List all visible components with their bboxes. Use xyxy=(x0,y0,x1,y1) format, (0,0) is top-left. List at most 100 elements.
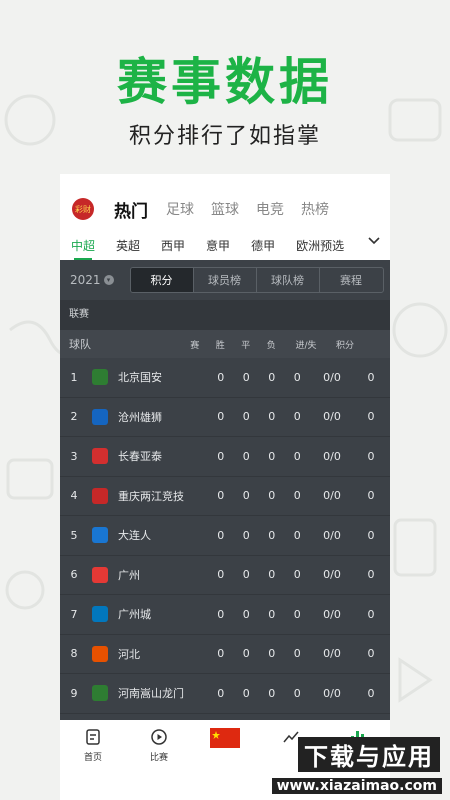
team-name: 北京国安 xyxy=(118,371,162,385)
rank-cell: 6 xyxy=(70,568,78,582)
points-cell: 0 xyxy=(367,449,375,463)
played-cell: 0 xyxy=(217,489,225,503)
tab-basketball[interactable]: 篮球 xyxy=(211,199,239,219)
goals-cell: 0/0 xyxy=(323,449,341,463)
table-row[interactable]: 3 长春亚泰 0 0 0 0 0/0 0 xyxy=(60,437,390,477)
league-tab-bundesliga[interactable]: 德甲 xyxy=(251,237,275,254)
table-row[interactable]: 9 河南嵩山龙门 0 0 0 0 0/0 0 xyxy=(60,674,390,714)
loss-cell: 0 xyxy=(293,489,301,503)
league-tab-euro-qualifiers[interactable]: 欧洲预选 xyxy=(296,237,344,254)
played-cell: 0 xyxy=(217,410,225,424)
team-crest-icon xyxy=(92,448,108,465)
header-played: 赛 xyxy=(190,340,200,351)
league-tab-epl[interactable]: 英超 xyxy=(116,237,140,254)
season-selector[interactable]: 2021 ▾ xyxy=(70,273,114,287)
nav-matches[interactable]: 比赛 xyxy=(126,728,192,800)
nav-flag[interactable] xyxy=(192,728,258,800)
played-cell: 0 xyxy=(217,370,225,384)
rank-cell: 1 xyxy=(70,370,78,384)
watermark: 下载与应用 www.xiazaimao.com xyxy=(270,720,450,800)
table-row[interactable]: 2 沧州雄狮 0 0 0 0 0/0 0 xyxy=(60,398,390,437)
team-name: 长春亚泰 xyxy=(118,450,162,464)
goals-cell: 0/0 xyxy=(323,410,341,424)
home-doc-icon xyxy=(86,729,100,745)
draw-cell: 0 xyxy=(268,449,276,463)
win-cell: 0 xyxy=(242,686,250,700)
tab-esports[interactable]: 电竞 xyxy=(256,199,284,219)
goals-cell: 0/0 xyxy=(323,686,341,700)
team-crest-icon xyxy=(92,408,108,425)
loss-cell: 0 xyxy=(293,568,301,582)
table-row[interactable]: 6 广州 0 0 0 0 0/0 0 xyxy=(60,556,390,595)
loss-cell: 0 xyxy=(293,410,301,424)
win-cell: 0 xyxy=(242,410,250,424)
app-logo[interactable]: 彩财 xyxy=(72,198,94,220)
nav-matches-label: 比赛 xyxy=(149,753,168,763)
played-cell: 0 xyxy=(217,647,225,661)
league-tab-seriea[interactable]: 意甲 xyxy=(206,237,230,254)
segment-team-rank[interactable]: 球队榜 xyxy=(257,268,320,292)
table-row[interactable]: 5 大连人 0 0 0 0 0/0 0 xyxy=(60,516,390,556)
points-cell: 0 xyxy=(367,686,375,700)
tab-hot-list[interactable]: 热榜 xyxy=(301,199,329,219)
team-crest-icon xyxy=(92,645,108,662)
played-cell: 0 xyxy=(217,686,225,700)
draw-cell: 0 xyxy=(268,607,276,621)
draw-cell: 0 xyxy=(268,686,276,700)
draw-cell: 0 xyxy=(268,370,276,384)
points-cell: 0 xyxy=(367,647,375,661)
rank-cell: 8 xyxy=(70,647,78,661)
played-cell: 0 xyxy=(217,449,225,463)
played-cell: 0 xyxy=(217,568,225,582)
app-screen: 彩财 热门 足球 篮球 电竞 热榜 中超 英超 西甲 意甲 德甲 欧洲预选 20… xyxy=(60,174,390,800)
rank-cell: 7 xyxy=(70,607,78,621)
section-label: 联赛 xyxy=(60,300,390,330)
dropdown-icon: ▾ xyxy=(103,275,114,285)
team-name: 广州 xyxy=(118,568,140,582)
goals-cell: 0/0 xyxy=(323,647,341,661)
points-cell: 0 xyxy=(367,607,375,621)
team-crest-icon xyxy=(92,369,108,386)
season-label: 2021 xyxy=(70,273,101,287)
standings-panel: 2021 ▾ 积分 球员榜 球队榜 赛程 联赛 球队 赛 胜 平 负 进/失 积… xyxy=(60,260,390,720)
goals-cell: 0/0 xyxy=(323,528,341,542)
segment-schedule[interactable]: 赛程 xyxy=(320,268,383,292)
tab-hot[interactable]: 热门 xyxy=(114,197,148,222)
team-badge xyxy=(86,566,114,583)
header-draw: 平 xyxy=(241,340,251,351)
win-cell: 0 xyxy=(242,607,250,621)
rank-cell: 9 xyxy=(70,686,78,700)
goals-cell: 0/0 xyxy=(323,607,341,621)
league-tab-laliga[interactable]: 西甲 xyxy=(161,237,185,254)
loss-cell: 0 xyxy=(293,607,301,621)
goals-cell: 0/0 xyxy=(323,370,341,384)
win-cell: 0 xyxy=(242,528,250,542)
nav-home[interactable]: 首页 xyxy=(60,728,126,800)
win-cell: 0 xyxy=(242,647,250,661)
table-row[interactable]: 4 重庆两江竞技 0 0 0 0 0/0 0 xyxy=(60,477,390,516)
header-team: 球队 xyxy=(69,338,91,351)
team-crest-icon xyxy=(92,566,108,583)
tab-football[interactable]: 足球 xyxy=(166,199,194,219)
draw-cell: 0 xyxy=(268,489,276,503)
segment-player-rank[interactable]: 球员榜 xyxy=(194,268,257,292)
team-badge xyxy=(86,487,114,504)
table-header: 球队 赛 胜 平 负 进/失 积分 xyxy=(60,330,390,358)
draw-cell: 0 xyxy=(268,568,276,582)
table-row[interactable]: 1 北京国安 0 0 0 0 0/0 0 xyxy=(60,358,390,398)
play-circle-icon xyxy=(151,729,167,745)
rank-cell: 2 xyxy=(70,410,78,424)
rank-cell: 4 xyxy=(70,489,78,503)
table-row[interactable]: 7 广州城 0 0 0 0 0/0 0 xyxy=(60,595,390,635)
watermark-title: 下载与应用 xyxy=(298,737,440,772)
chevron-down-icon[interactable] xyxy=(368,236,380,246)
table-row[interactable]: 8 河北 0 0 0 0 0/0 0 xyxy=(60,635,390,674)
points-cell: 0 xyxy=(367,410,375,424)
league-tab-csl[interactable]: 中超 xyxy=(71,237,95,260)
loss-cell: 0 xyxy=(293,686,301,700)
team-crest-icon xyxy=(92,606,108,623)
segment-points[interactable]: 积分 xyxy=(130,268,194,292)
team-name: 沧州雄狮 xyxy=(118,410,162,424)
win-cell: 0 xyxy=(242,449,250,463)
team-name: 河北 xyxy=(118,647,140,661)
